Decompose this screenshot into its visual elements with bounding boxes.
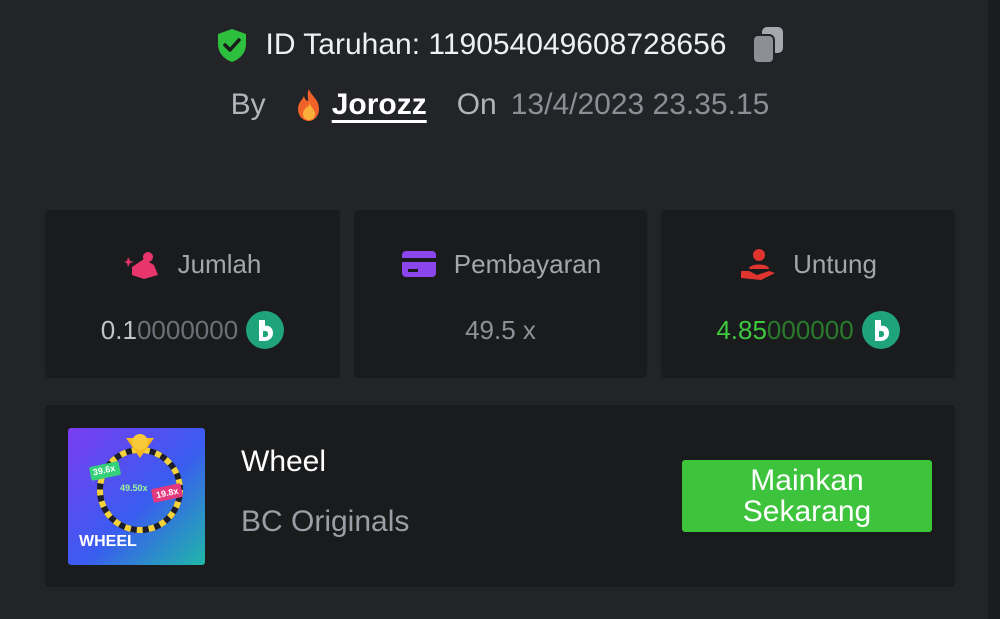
profit-card: Untung 4.85 000000 xyxy=(661,210,955,378)
bc-coin-icon xyxy=(246,311,285,349)
amount-title: Jumlah xyxy=(45,246,340,282)
payout-multiplier: 49.5 x xyxy=(465,314,536,345)
bet-id-row: ID Taruhan: 119054049608728656 xyxy=(0,22,1000,68)
payout-card: Pembayaran 49.5 x xyxy=(354,210,647,378)
thumb-multiplier-2: 49.50x xyxy=(120,483,148,493)
bc-coin-icon xyxy=(861,311,900,349)
credit-card-icon xyxy=(401,251,436,277)
play-now-label: Mainkan Sekarang xyxy=(742,464,872,528)
thumb-title: WHEEL xyxy=(79,533,137,550)
on-label: On xyxy=(456,88,497,121)
bet-meta-row: By Jorozz On 13/4/2023 23.35.15 xyxy=(0,82,1000,128)
profit-value-main: 4.85 xyxy=(716,314,767,345)
play-now-button[interactable]: Mainkan Sekarang xyxy=(682,460,932,532)
game-provider: BC Originals xyxy=(241,505,410,538)
profit-title: Untung xyxy=(661,246,955,282)
amount-value-trailing: 0000000 xyxy=(136,314,239,345)
profit-value-trailing: 000000 xyxy=(766,314,854,345)
game-panel: 39.6x 49.50x 19.8x WHEEL Wheel BC Origin… xyxy=(45,405,955,587)
amount-value: 0.1 0000000 xyxy=(45,310,340,350)
bet-id-text: ID Taruhan: 119054049608728656 xyxy=(265,28,727,61)
bet-date: 13/4/2023 23.35.15 xyxy=(510,88,770,121)
payout-label: Pembayaran xyxy=(453,248,602,279)
payout-value: 49.5 x xyxy=(354,310,647,350)
payout-title: Pembayaran xyxy=(354,246,647,282)
wheel-thumbnail-image: 39.6x 49.50x 19.8x WHEEL xyxy=(68,428,205,565)
coins-hand-icon xyxy=(123,252,158,279)
fire-icon xyxy=(297,89,319,121)
username-link[interactable]: Jorozz xyxy=(294,88,427,122)
amount-card: Jumlah 0.1 0000000 xyxy=(45,210,340,378)
amount-value-main: 0.1 xyxy=(100,314,137,345)
shield-check-icon xyxy=(217,29,246,62)
game-thumbnail[interactable]: 39.6x 49.50x 19.8x WHEEL xyxy=(68,428,205,565)
profit-label: Untung xyxy=(793,248,877,279)
profit-hand-icon xyxy=(741,249,776,280)
game-name[interactable]: Wheel xyxy=(241,445,326,479)
by-label: By xyxy=(230,88,266,121)
amount-label: Jumlah xyxy=(177,248,262,279)
copy-icon[interactable] xyxy=(750,25,786,65)
profit-value: 4.85 000000 xyxy=(661,310,955,350)
username-text: Jorozz xyxy=(331,88,427,121)
